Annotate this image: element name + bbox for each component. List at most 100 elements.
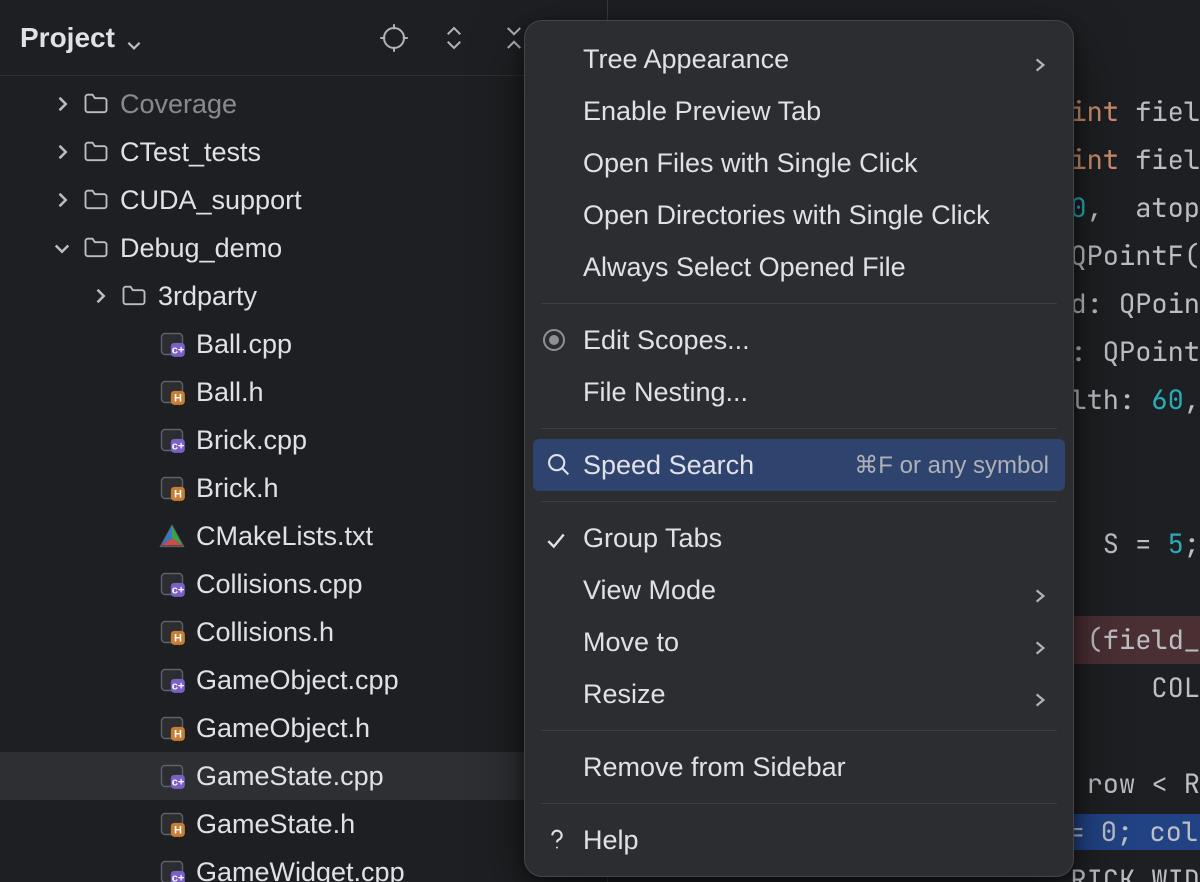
chevron-right-icon[interactable] (52, 190, 72, 210)
menu-item[interactable]: Tree Appearance (525, 33, 1073, 85)
menu-item-label: Remove from Sidebar (583, 752, 846, 783)
folder-icon (82, 186, 110, 214)
menu-item[interactable]: Move to (525, 616, 1073, 668)
menu-item[interactable]: Open Files with Single Click (525, 137, 1073, 189)
chevron-right-icon[interactable] (52, 142, 72, 162)
chevron-right-icon (1031, 581, 1049, 599)
tree-row[interactable]: c+Collisions.cpp (0, 560, 607, 608)
tree-row[interactable]: 3rdparty (0, 272, 607, 320)
tree-item-label: GameWidget.cpp (196, 859, 405, 882)
menu-separator (541, 501, 1057, 502)
header-file-icon: H (158, 810, 186, 838)
options-popup-menu[interactable]: Tree Appearance Enable Preview Tab Open Fi… (524, 20, 1074, 877)
cpp-file-icon: c+ (158, 330, 186, 358)
tree-row[interactable]: H Collisions.h (0, 608, 607, 656)
chevron-right-icon[interactable] (52, 94, 72, 114)
menu-item-label: View Mode (583, 575, 716, 606)
menu-item-label: Speed Search (583, 450, 754, 481)
tree-item-label: Collisions.h (196, 619, 334, 646)
cpp-file-icon: c+ (158, 570, 186, 598)
menu-item-label: Tree Appearance (583, 44, 789, 75)
search-icon (545, 451, 573, 479)
menu-separator (541, 730, 1057, 731)
menu-item[interactable]: File Nesting... (525, 366, 1073, 418)
tree-row[interactable]: c+GameState.cpp (0, 752, 607, 800)
help-icon (543, 826, 571, 854)
menu-item-label: File Nesting... (583, 377, 748, 408)
tree-item-label: Brick.h (196, 475, 279, 502)
expander-spacer (128, 334, 148, 354)
tree-row[interactable]: CUDA_support (0, 176, 607, 224)
folder-icon (82, 138, 110, 166)
expander-spacer (128, 526, 148, 546)
expander-spacer (128, 670, 148, 690)
svg-text:H: H (174, 729, 182, 741)
tree-item-label: CTest_tests (120, 139, 261, 166)
expander-spacer (128, 862, 148, 882)
chevron-right-icon (1031, 50, 1049, 68)
tree-row[interactable]: c+ Brick.cpp (0, 416, 607, 464)
project-tree[interactable]: Coverage CTest_tests CUDA_support Debug_dem… (0, 76, 607, 882)
tree-row[interactable]: CTest_tests (0, 128, 607, 176)
menu-item[interactable]: Speed Search ⌘F or any symbol (533, 439, 1065, 491)
menu-item-label: Group Tabs (583, 523, 722, 554)
svg-text:H: H (174, 633, 182, 645)
tree-row[interactable]: c+GameObject.cpp (0, 656, 607, 704)
menu-item[interactable]: Open Directories with Single Click (525, 189, 1073, 241)
expander-spacer (128, 766, 148, 786)
tree-row[interactable]: H Ball.h (0, 368, 607, 416)
chevron-right-icon[interactable] (90, 286, 110, 306)
menu-item-label: Enable Preview Tab (583, 96, 821, 127)
svg-text:c+: c+ (172, 345, 185, 357)
tree-item-label: CUDA_support (120, 187, 302, 214)
tree-row[interactable]: Coverage (0, 80, 607, 128)
tree-item-label: Brick.cpp (196, 427, 307, 454)
menu-item[interactable]: View Mode (525, 564, 1073, 616)
folder-icon (120, 282, 148, 310)
expander-spacer (128, 478, 148, 498)
expand-all-icon[interactable] (439, 23, 469, 53)
menu-item-label: Resize (583, 679, 666, 710)
project-panel-title: Project (20, 22, 115, 54)
menu-item[interactable]: Group Tabs (525, 512, 1073, 564)
menu-item[interactable]: Help (525, 814, 1073, 866)
chevron-down-icon[interactable] (52, 238, 72, 258)
menu-separator (541, 803, 1057, 804)
svg-text:c+: c+ (172, 873, 185, 882)
tree-row[interactable]: c+Ball.cpp (0, 320, 607, 368)
chevron-right-icon (1031, 633, 1049, 651)
expander-spacer (128, 574, 148, 594)
menu-item[interactable]: Enable Preview Tab (525, 85, 1073, 137)
radio-icon (543, 329, 565, 351)
menu-item[interactable]: Resize (525, 668, 1073, 720)
tree-row[interactable]: Debug_demo (0, 224, 607, 272)
menu-item[interactable]: Remove from Sidebar (525, 741, 1073, 793)
tree-row[interactable]: H GameObject.h (0, 704, 607, 752)
expander-spacer (128, 622, 148, 642)
cpp-file-icon: c+ (158, 858, 186, 882)
expander-spacer (128, 382, 148, 402)
tree-item-label: Ball.h (196, 379, 264, 406)
svg-text:c+: c+ (172, 585, 185, 597)
tree-row[interactable]: c+ GameWidget.cpp (0, 848, 607, 882)
cpp-file-icon: c+ (158, 426, 186, 454)
tree-item-label: Coverage (120, 91, 237, 118)
project-panel: Project Coverage CTest_tests CUDA_support D… (0, 0, 608, 882)
tree-row[interactable]: HGameState.h (0, 800, 607, 848)
tree-row[interactable]: CMakeLists.txt (0, 512, 607, 560)
header-file-icon: H (158, 378, 186, 406)
menu-item[interactable]: Always Select Opened File (525, 241, 1073, 293)
menu-item-shortcut: ⌘F or any symbol (854, 451, 1049, 480)
project-view-selector[interactable]: Project (20, 22, 143, 54)
folder-icon (82, 234, 110, 262)
tree-item-label: Debug_demo (120, 235, 282, 262)
tree-row[interactable]: H Brick.h (0, 464, 607, 512)
locate-icon[interactable] (379, 23, 409, 53)
svg-text:H: H (174, 393, 182, 405)
svg-text:c+: c+ (172, 681, 185, 693)
tree-item-label: GameObject.h (196, 715, 370, 742)
header-file-icon: H (158, 474, 186, 502)
menu-item[interactable]: Edit Scopes... (525, 314, 1073, 366)
svg-text:H: H (174, 489, 182, 501)
menu-item-label: Open Directories with Single Click (583, 200, 990, 231)
